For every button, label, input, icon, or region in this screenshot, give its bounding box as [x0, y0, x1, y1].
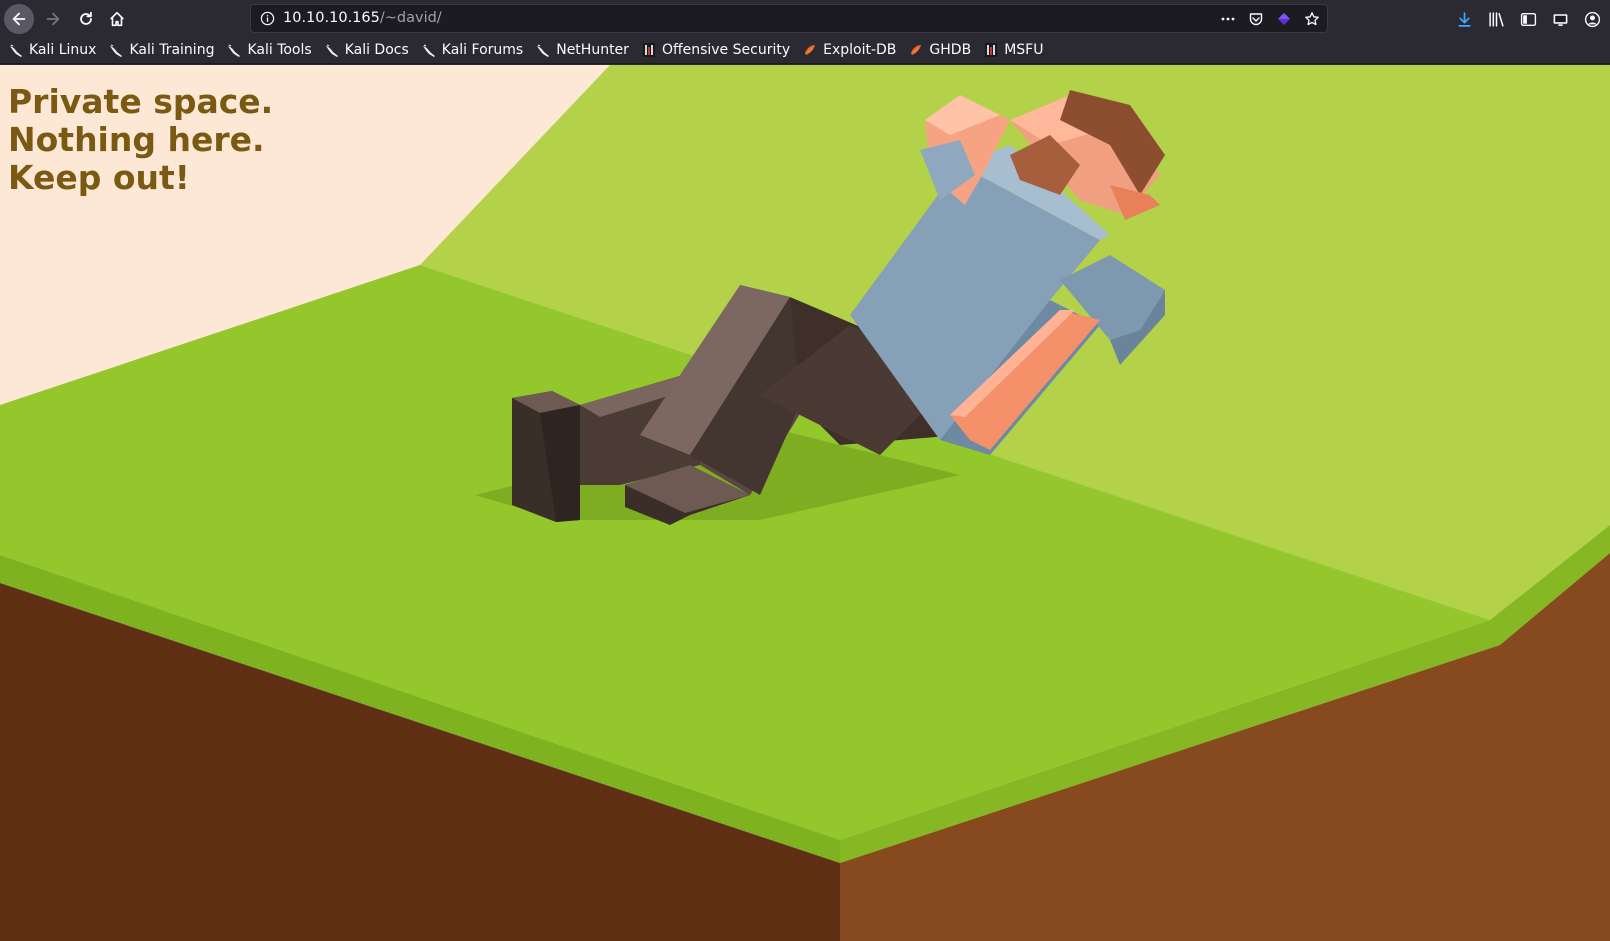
- kali-dragon-icon: [8, 42, 24, 58]
- bookmark-item[interactable]: Kali Forums: [421, 42, 523, 58]
- bookmark-label: Kali Linux: [29, 42, 97, 58]
- back-button[interactable]: [4, 4, 34, 34]
- message-line-2: Nothing here.: [8, 120, 265, 159]
- page-actions-button[interactable]: [1219, 10, 1237, 28]
- download-icon: [1457, 11, 1471, 27]
- bookmark-item[interactable]: MSFU: [983, 42, 1043, 58]
- bookmark-item[interactable]: Kali Training: [108, 42, 214, 58]
- page-content: Private space. Nothing here. Keep out!: [0, 65, 1610, 941]
- bookmark-label: MSFU: [1004, 42, 1044, 58]
- pocket-button[interactable]: [1247, 10, 1265, 28]
- browser-toolbar: 10.10.10.165/~david/: [0, 0, 1610, 37]
- bookmarks-toolbar: Kali Linux Kali Training Kali Tools Kali Do…: [0, 37, 1610, 64]
- exploitdb-icon: [802, 42, 818, 58]
- library-button[interactable]: [1486, 9, 1506, 29]
- url-bar[interactable]: 10.10.10.165/~david/: [250, 4, 1328, 33]
- kali-dragon-icon: [324, 42, 340, 58]
- bookmark-label: Kali Tools: [247, 42, 312, 58]
- bookmark-star-button[interactable]: [1303, 10, 1321, 28]
- arrow-left-icon: [12, 12, 26, 26]
- bookmark-item[interactable]: NetHunter: [535, 42, 629, 58]
- bookmark-item[interactable]: Kali Linux: [8, 42, 96, 58]
- reload-icon: [80, 11, 92, 25]
- account-button[interactable]: [1582, 9, 1602, 29]
- arrow-right-icon: [46, 12, 60, 26]
- bookmark-label: Exploit-DB: [823, 42, 897, 58]
- extension-diamond-icon: [1278, 12, 1290, 25]
- bookmark-label: Kali Docs: [344, 42, 409, 58]
- info-icon[interactable]: [260, 11, 275, 26]
- star-icon: [1305, 11, 1319, 25]
- downloads-button[interactable]: [1454, 9, 1474, 29]
- message-line-3: Keep out!: [8, 158, 190, 197]
- message-line-1: Private space.: [8, 82, 274, 121]
- kali-dragon-icon: [108, 42, 124, 58]
- account-icon: [1584, 11, 1600, 27]
- bookmark-label: Kali Forums: [441, 42, 524, 58]
- extension-button[interactable]: [1275, 10, 1293, 28]
- bookmark-item[interactable]: GHDB: [908, 42, 971, 58]
- home-icon: [110, 11, 124, 27]
- screen-button[interactable]: [1550, 9, 1570, 29]
- reload-button[interactable]: [71, 4, 101, 34]
- offsec-icon: [983, 42, 999, 58]
- kali-dragon-icon: [226, 42, 242, 58]
- url-text[interactable]: 10.10.10.165/~david/: [283, 10, 442, 26]
- bookmark-label: GHDB: [929, 42, 972, 58]
- library-icon: [1488, 11, 1504, 27]
- bookmark-label: NetHunter: [556, 42, 629, 58]
- exploitdb-icon: [908, 42, 924, 58]
- page-message: Private space. Nothing here. Keep out!: [8, 83, 273, 197]
- sidebar-icon: [1520, 12, 1536, 26]
- bookmark-item[interactable]: Kali Docs: [324, 42, 409, 58]
- url-path: /~david/: [379, 10, 442, 26]
- sidebar-button[interactable]: [1518, 9, 1538, 29]
- pocket-icon: [1249, 12, 1263, 25]
- kali-dragon-icon: [535, 42, 551, 58]
- more-dots-icon: [1221, 17, 1235, 20]
- bookmark-item[interactable]: Exploit-DB: [802, 42, 896, 58]
- bookmark-item[interactable]: Offensive Security: [641, 42, 790, 58]
- bookmark-item[interactable]: Kali Tools: [226, 42, 312, 58]
- forward-button[interactable]: [38, 4, 68, 34]
- home-button[interactable]: [102, 4, 132, 34]
- url-host: 10.10.10.165: [283, 10, 380, 26]
- offsec-icon: [641, 42, 657, 58]
- bookmark-label: Offensive Security: [661, 42, 791, 58]
- kali-dragon-icon: [421, 42, 437, 58]
- bookmark-label: Kali Training: [129, 42, 215, 58]
- monitor-icon: [1553, 13, 1567, 26]
